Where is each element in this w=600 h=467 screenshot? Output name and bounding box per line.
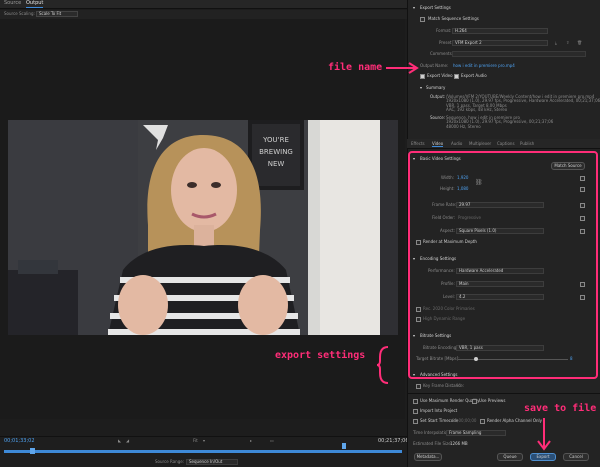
delete-preset-icon[interactable]: 🗑 (577, 40, 582, 45)
source-scaling-value: Scale To Fit (39, 11, 62, 16)
comments-input[interactable] (452, 51, 586, 57)
key-frame-checkbox[interactable] (416, 384, 421, 389)
queue-button[interactable]: Queue (497, 453, 523, 461)
time-interp-dropdown[interactable]: Frame Sampling (446, 430, 506, 436)
est-file-size-value: 1266 MB (450, 441, 468, 446)
tab-audio[interactable]: Audio (451, 141, 462, 146)
video-frame: YOU'RE BREWING NEW (8, 120, 398, 335)
summary-source-label: Source: (430, 115, 446, 120)
export-settings-header: Export Settings (420, 5, 451, 10)
tab-publish[interactable]: Publish (520, 141, 534, 146)
annotation-arrow-down-icon (537, 418, 551, 451)
import-project-label: Import Into Project (420, 408, 458, 413)
summary-output-label: Output: (430, 94, 446, 99)
chevron-down-icon[interactable]: ▾ (413, 5, 415, 10)
annotation-arrow-icon (386, 62, 419, 74)
aspect-icon[interactable]: ▭ (270, 438, 274, 443)
annotation-brace-icon (376, 346, 389, 384)
format-label: Format: (436, 28, 452, 33)
poster-text-1: YOU'RE (262, 136, 289, 144)
annotation-export-settings: export settings (275, 350, 366, 361)
export-audio-checkbox[interactable] (454, 74, 459, 79)
frame-step-icon[interactable]: ▸ (250, 438, 252, 443)
preset-dropdown[interactable]: VFM Export 2 (452, 40, 548, 46)
chevron-down-icon[interactable]: ▾ (420, 85, 422, 90)
start-timecode-checkbox[interactable] (413, 419, 418, 424)
video-still-image: YOU'RE BREWING NEW (8, 120, 398, 335)
export-button[interactable]: Export (530, 453, 556, 461)
export-settings-highlight (408, 151, 598, 379)
source-range-label: Source Range: (155, 459, 185, 464)
summary-output-text: /Volumes/VFM 2/YOUTUBE/Weekly Content/ho… (446, 94, 600, 113)
export-video-label: Export Video (427, 73, 453, 78)
time-interp-value: Frame Sampling (449, 430, 482, 435)
format-value: H.264 (455, 28, 467, 33)
metadata-button[interactable]: Metadata... (414, 453, 442, 461)
tab-effects[interactable]: Effects (411, 141, 425, 146)
timecode-current[interactable]: 00;01;33;02 (4, 438, 35, 445)
source-scaling-label: Source Scaling: (4, 11, 35, 16)
divider (407, 393, 600, 394)
summary-output-line: AAC, 192 kbps, 48 kHz, Stereo (446, 107, 508, 113)
tab-multiplexer[interactable]: Multiplexer (469, 141, 491, 146)
import-preset-icon[interactable]: ⇪ (566, 40, 569, 45)
est-file-size-label: Estimated File Size: (413, 441, 453, 446)
render-alpha-checkbox[interactable] (480, 419, 485, 424)
source-range-value: Sequence In/Out (189, 459, 223, 464)
source-range-dropdown[interactable]: Sequence In/Out (186, 459, 238, 465)
poster-text-2: BREWING (259, 148, 293, 156)
timeline-bar: 00;01;33;02 ◣ ◢ Fit ▾ ▸ ▭ 00;21;37;06 So… (0, 436, 409, 467)
source-output-tabs: Source Output (0, 0, 407, 9)
poster-text-3: NEW (268, 160, 285, 168)
tab-video[interactable]: Video (432, 141, 444, 148)
mark-in-icon[interactable]: ◣ (118, 438, 121, 443)
chevron-down-icon[interactable]: ▾ (203, 438, 205, 443)
output-name-link[interactable]: how i edit in premiere pro.mp4 (453, 63, 515, 68)
max-render-quality-label: Use Maximum Render Quality (420, 398, 480, 403)
key-frame-value: 90 (456, 383, 462, 388)
match-sequence-checkbox[interactable] (420, 17, 425, 22)
annotation-save-to-file: save to file (524, 403, 597, 414)
timeline-range-bar[interactable] (4, 450, 402, 453)
tab-captions[interactable]: Captions (497, 141, 515, 146)
match-sequence-label: Match Sequence Settings (428, 16, 479, 21)
preset-value: VFM Export 2 (455, 40, 482, 45)
summary-header: Summary (426, 85, 446, 90)
settings-tabs: Effects Video Audio Multiplexer Captions… (407, 139, 600, 149)
use-previews-checkbox[interactable] (472, 399, 477, 404)
out-point-handle[interactable] (342, 443, 346, 449)
annotation-file-name: file name (328, 62, 383, 73)
mark-out-icon[interactable]: ◢ (126, 438, 129, 443)
timecode-end: 00;21;37;06 (378, 438, 409, 444)
max-render-quality-checkbox[interactable] (413, 399, 418, 404)
source-scaling-dropdown[interactable]: Scale To Fit (36, 11, 78, 17)
export-video-checkbox[interactable] (420, 74, 425, 79)
playhead-handle[interactable] (30, 448, 35, 454)
comments-label: Comments: (430, 51, 454, 56)
use-previews-label: Use Previews (479, 398, 506, 403)
summary-source-line: 48000 Hz, Stereo (446, 123, 481, 129)
start-timecode-value: 00;00;00;00 (452, 418, 477, 423)
import-project-checkbox[interactable] (413, 409, 418, 414)
fit-zoom-label[interactable]: Fit (193, 438, 198, 443)
source-scaling-row: Source Scaling: Scale To Fit (0, 10, 407, 19)
tab-source[interactable]: Source (4, 0, 21, 7)
summary-source-text: Sequence, how i edit in premiere pro 192… (446, 115, 596, 129)
tab-output[interactable]: Output (26, 0, 44, 8)
cancel-button[interactable]: Cancel (563, 453, 589, 461)
save-preset-icon[interactable]: ⤓ (555, 40, 557, 45)
export-audio-label: Export Audio (461, 73, 487, 78)
format-dropdown[interactable]: H.264 (452, 28, 548, 34)
output-name-label: Output Name: (420, 63, 449, 68)
preset-label: Preset: (439, 40, 453, 45)
